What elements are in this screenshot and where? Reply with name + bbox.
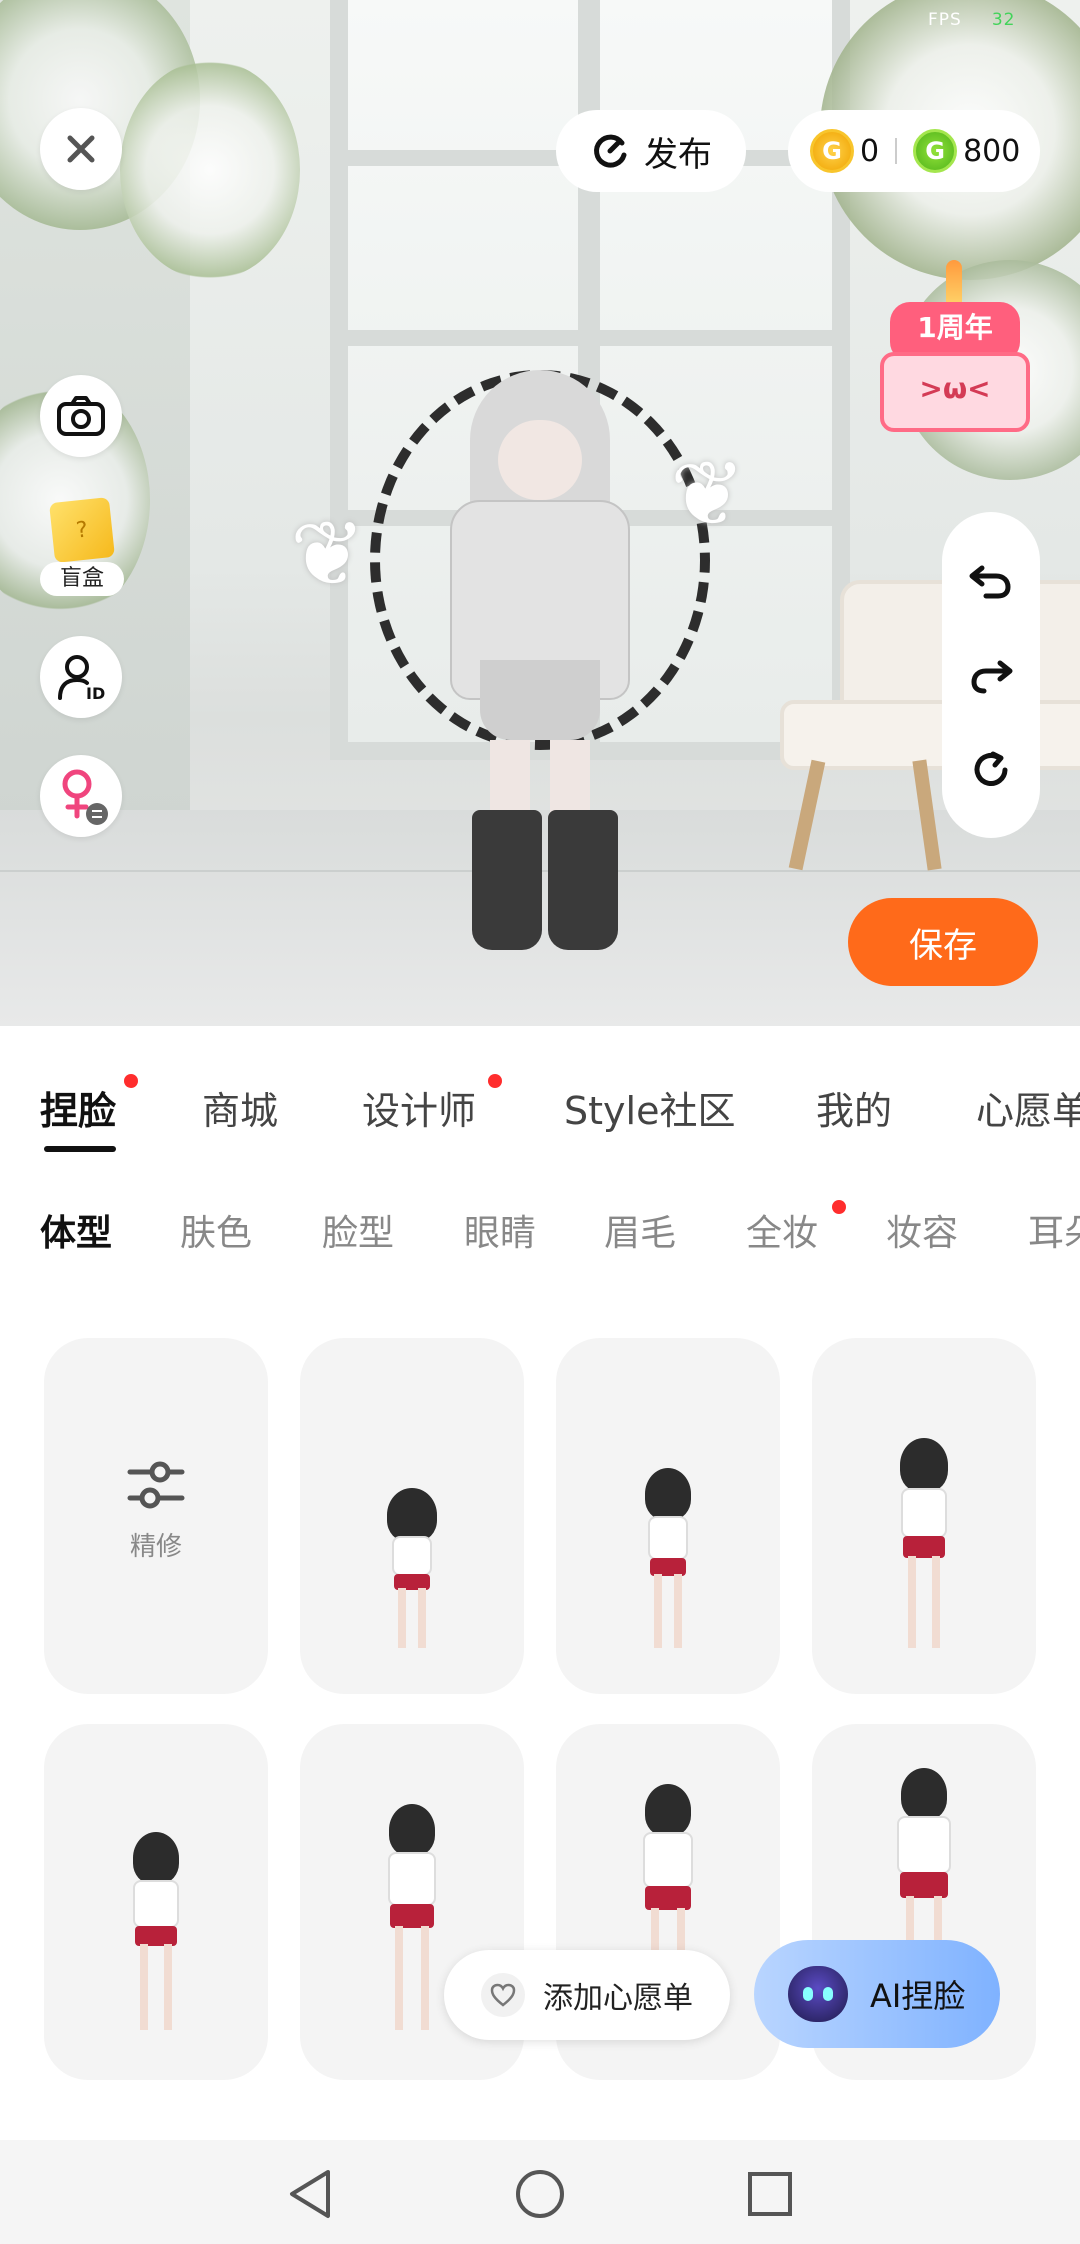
subtab-ears[interactable]: 耳朵 [1028, 1204, 1080, 1256]
avatar-character[interactable] [370, 360, 710, 960]
body-type-option[interactable] [556, 1338, 780, 1694]
subtab-eyes[interactable]: 眼睛 [464, 1204, 536, 1256]
sliders-icon [127, 1461, 185, 1509]
body-type-option[interactable] [812, 1338, 1036, 1694]
system-nav-bar [0, 2140, 1080, 2244]
coin-gold-icon: G [810, 129, 854, 173]
subtab-skin[interactable]: 肤色 [180, 1204, 252, 1256]
camera-icon [57, 396, 105, 436]
ai-robot-icon [788, 1966, 848, 2022]
active-tab-indicator [44, 1146, 116, 1152]
body-preview [628, 1468, 708, 1658]
gold-balance: 0 [860, 133, 880, 169]
coin-green-icon: G [913, 129, 958, 173]
green-balance: 800 [963, 133, 1021, 169]
tab-style-community[interactable]: Style社区 [564, 1080, 735, 1135]
heart-icon [481, 1973, 525, 2017]
blindbox-label: 盲盒 [40, 562, 124, 596]
subtab-body[interactable]: 体型 [40, 1204, 112, 1256]
body-preview [369, 1804, 455, 2044]
tab-face-edit[interactable]: 捏脸 [40, 1080, 116, 1135]
anniversary-cake-badge[interactable]: 1周年 >ω< [880, 260, 1030, 440]
tab-shop[interactable]: 商城 [202, 1080, 278, 1135]
currency-balance[interactable]: G 0 G 800 [788, 110, 1040, 192]
close-icon [67, 135, 95, 163]
close-button[interactable] [40, 108, 122, 190]
body-preview [372, 1488, 452, 1658]
sub-tab-bar: 体型 肤色 脸型 眼睛 眉毛 全妆 妆容 耳朵 [0, 1180, 1080, 1280]
subtab-face-shape[interactable]: 脸型 [322, 1204, 394, 1256]
camera-button[interactable] [40, 375, 122, 457]
main-tab-bar: 捏脸 商城 设计师 Style社区 我的 心愿单 [0, 1030, 1080, 1180]
ai-face-label: AI捏脸 [870, 1977, 966, 2015]
subtab-notification-dot [832, 1200, 846, 1214]
subtab-eyebrows[interactable]: 眉毛 [604, 1204, 676, 1256]
body-type-option[interactable] [44, 1724, 268, 2080]
redo-icon[interactable] [966, 650, 1016, 700]
blindbox-icon: ? [49, 497, 115, 563]
publish-label: 发布 [644, 134, 712, 175]
ai-face-button[interactable]: AI捏脸 [754, 1940, 1000, 2048]
edit-history-rail [942, 512, 1040, 838]
anniversary-label: 1周年 [917, 311, 993, 344]
tab-designer[interactable]: 设计师 [362, 1080, 476, 1135]
publish-button[interactable]: 发布 [556, 110, 746, 192]
subtab-makeup[interactable]: 妆容 [886, 1204, 958, 1256]
back-icon[interactable] [282, 2166, 338, 2222]
body-type-option[interactable] [300, 1338, 524, 1694]
svg-text:ID: ID [86, 684, 105, 702]
add-to-wishlist-button[interactable]: 添加心愿单 [444, 1950, 730, 2040]
anniversary-face: >ω< [919, 372, 991, 405]
subtab-full-makeup[interactable]: 全妆 [746, 1204, 818, 1256]
recents-icon[interactable] [742, 2166, 798, 2222]
fine-tune-label: 精修 [129, 1532, 182, 1562]
fine-tune-card[interactable]: 精修 [44, 1338, 268, 1694]
blindbox-button[interactable]: ? 盲盒 [40, 497, 124, 600]
butterfly-decoration: ❦ [290, 502, 366, 607]
tab-notification-dot [124, 1074, 138, 1088]
tab-wishlist[interactable]: 心愿单 [976, 1080, 1080, 1135]
tab-mine[interactable]: 我的 [816, 1080, 892, 1135]
undo-icon[interactable] [966, 555, 1016, 605]
save-button[interactable]: 保存 [848, 898, 1038, 986]
female-switch-icon [62, 769, 108, 825]
body-preview [881, 1438, 967, 1658]
fps-counter: FPS 32 [928, 10, 1016, 30]
home-icon[interactable] [512, 2166, 568, 2222]
publish-icon [594, 134, 627, 168]
reset-icon[interactable] [966, 745, 1016, 795]
butterfly-decoration: ❦ [670, 442, 746, 547]
tab-notification-dot [488, 1074, 502, 1088]
avatar-id-button[interactable]: ID [40, 636, 122, 718]
body-preview [115, 1832, 197, 2042]
wishlist-label: 添加心愿单 [543, 1981, 693, 2016]
gender-switch-button[interactable] [40, 755, 122, 837]
user-id-icon: ID [58, 655, 105, 702]
